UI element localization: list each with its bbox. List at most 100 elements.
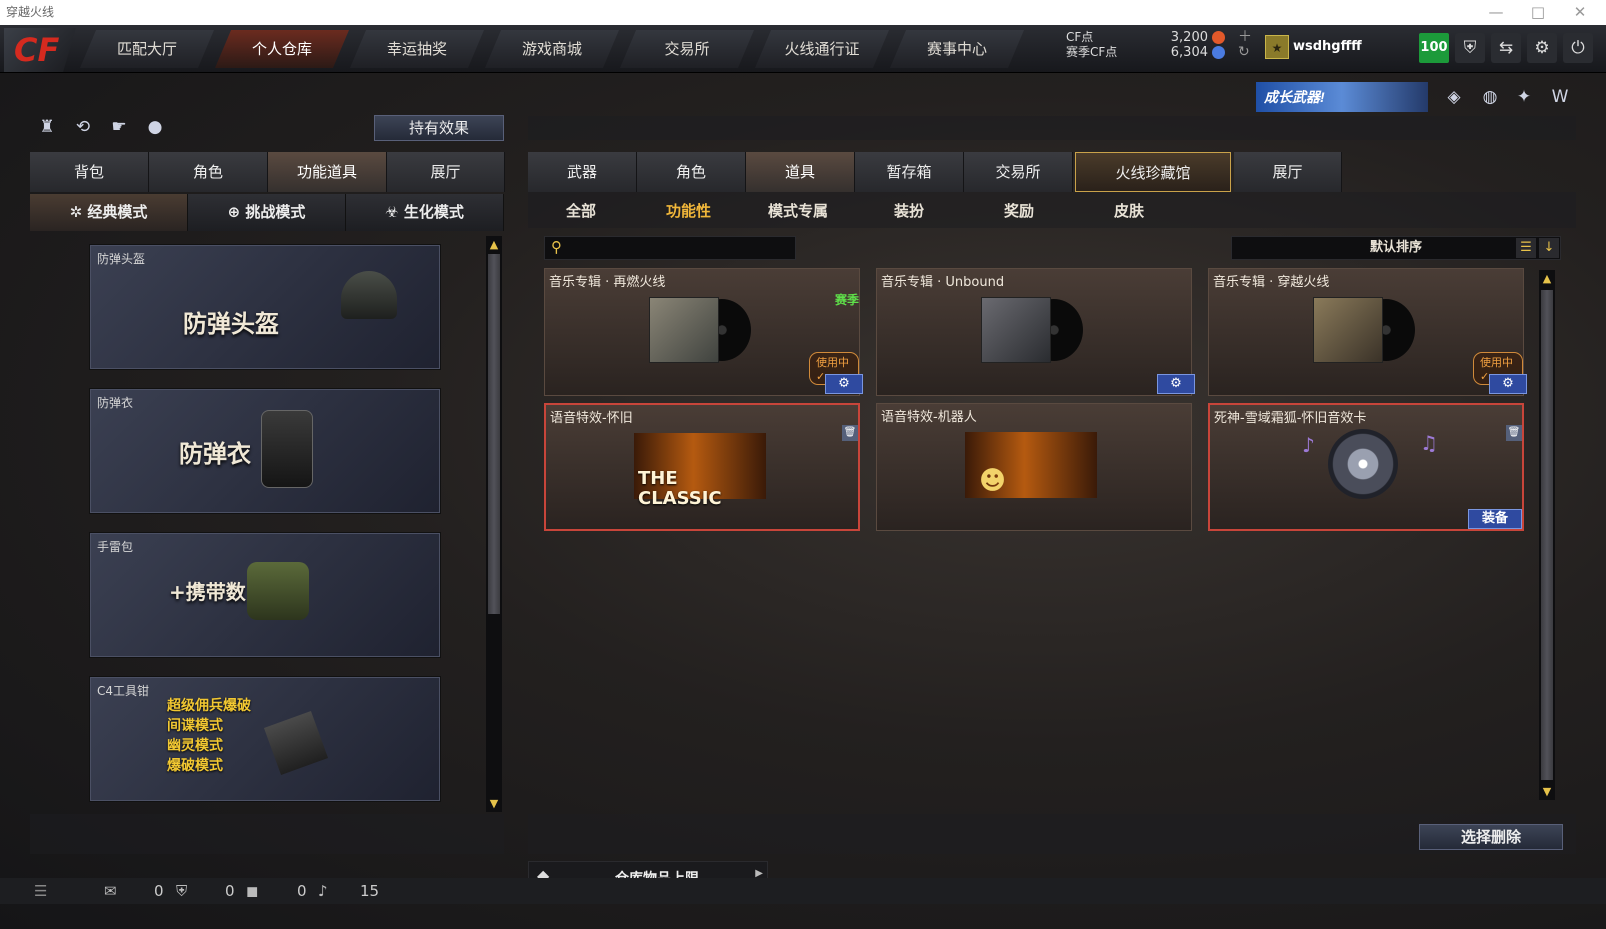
recharge-plus-icon[interactable]: ＋ — [1238, 30, 1252, 45]
search-input[interactable] — [573, 239, 791, 257]
speaker-icon[interactable]: ♪ — [318, 878, 328, 904]
nav-tab-warehouse[interactable]: 个人仓库 — [215, 30, 349, 68]
robot-icon: ☻ — [979, 466, 1007, 496]
badge-v-icon[interactable]: ◈ — [1441, 84, 1467, 110]
mode-classic[interactable]: ✲ 经典模式 — [30, 194, 188, 231]
switch-icon[interactable]: ⇆ — [1491, 33, 1521, 63]
item-card-c4-pliers[interactable]: C4工具钳 超级佣兵爆破 间谍模式 幽灵模式 爆破模式 — [90, 677, 440, 801]
refresh-icon[interactable]: ↻ — [1238, 45, 1252, 60]
tab-function-items[interactable]: 功能道具 — [268, 152, 387, 192]
filter-all[interactable]: 全部 — [566, 200, 596, 221]
select-delete-button[interactable]: 选择删除 — [1419, 824, 1563, 850]
cd-disc-image — [1328, 429, 1398, 499]
item-title: 死神-雪域霜狐-怀旧音效卡 — [1214, 411, 1367, 426]
user-info[interactable]: ★ wsdhgffff — [1265, 33, 1362, 61]
list-view-icon[interactable]: ☰ — [1516, 238, 1536, 258]
zombie-mode-icon: ☣ — [385, 203, 404, 221]
settings-gear-icon[interactable]: ⚙ — [1489, 374, 1527, 394]
nav-tab-shop[interactable]: 游戏商城 — [485, 30, 619, 68]
filter-skin[interactable]: 皮肤 — [1114, 200, 1144, 221]
currency-labels: CF点 赛季CF点 — [1066, 30, 1117, 60]
settings-gear-icon[interactable]: ⚙ — [1157, 374, 1195, 394]
tab-showroom[interactable]: 展厅 — [387, 152, 505, 192]
item-title: 音乐专辑 · 再燃火线 — [549, 275, 666, 290]
nav-tab-trade[interactable]: 交易所 — [620, 30, 754, 68]
item-card-album-reignite[interactable]: 音乐专辑 · 再燃火线 赛季 使用中✓ ⚙ — [544, 268, 863, 396]
growth-weapon-banner[interactable]: 成长武器! — [1256, 82, 1428, 112]
cf-points-value: 3,200 — [1170, 30, 1208, 45]
album-cover-image — [649, 297, 719, 363]
globe-icon[interactable]: ◍ — [1477, 84, 1503, 110]
sort-direction-icon[interactable]: ↓ — [1539, 238, 1559, 258]
search-icon: ⚲ — [551, 238, 562, 256]
gift-icon[interactable]: ✉ — [104, 878, 117, 904]
item-card-voice-classic[interactable]: 语音特效-怀旧 THE CLASSIC 🗑 — [544, 403, 860, 531]
shield-status-icon[interactable]: ⛨ — [176, 878, 187, 904]
hand-icon[interactable]: ☛ — [106, 114, 132, 140]
item-card-grenade-bag[interactable]: 手雷包 +携带数 — [90, 533, 440, 657]
scroll-down-icon[interactable]: ▼ — [486, 797, 502, 810]
card-title: 防弹衣 — [179, 440, 251, 468]
settings-gear-icon[interactable]: ⚙ — [825, 374, 863, 394]
item-card-sound-card[interactable]: 死神-雪域霜狐-怀旧音效卡 ♪ ♫ 🗑 装备 — [1208, 403, 1524, 531]
wings-icon[interactable]: ✦ — [1511, 84, 1537, 110]
helmet-image — [341, 271, 397, 319]
mode-challenge-label: 挑战模式 — [245, 203, 306, 221]
scroll-down-icon[interactable]: ▼ — [1539, 785, 1555, 798]
rtab-showroom[interactable]: 展厅 — [1234, 152, 1342, 192]
scroll-up-icon[interactable]: ▲ — [486, 238, 502, 251]
filter-functional[interactable]: 功能性 — [666, 200, 711, 221]
vip-w-icon[interactable]: W — [1547, 84, 1573, 110]
search-box[interactable]: ⚲ — [544, 236, 796, 260]
item-card-album-unbound[interactable]: 音乐专辑 · Unbound ⚙ — [876, 268, 1195, 396]
shield-icon[interactable]: ⛨ — [1455, 33, 1485, 63]
left-footer — [30, 814, 504, 854]
nav-tab-lobby[interactable]: 匹配大厅 — [80, 30, 214, 68]
filter-outfit[interactable]: 装扮 — [894, 200, 924, 221]
rtab-items[interactable]: 道具 — [746, 152, 855, 192]
scroll-thumb[interactable] — [1541, 290, 1553, 780]
window-titlebar: 穿越火线 — [0, 0, 1606, 25]
trash-icon[interactable]: 🗑 — [1506, 425, 1522, 441]
nav-tab-events[interactable]: 赛事中心 — [890, 30, 1024, 68]
music-note-icon: ♫ — [1420, 431, 1438, 455]
rtab-storage[interactable]: 暂存箱 — [855, 152, 964, 192]
chat-icon[interactable]: ◼ — [246, 878, 258, 904]
tab-character[interactable]: 角色 — [149, 152, 268, 192]
maximize-button[interactable]: □ — [1517, 0, 1559, 25]
mode-challenge[interactable]: ⊕ 挑战模式 — [188, 194, 346, 231]
filter-mode-exclusive[interactable]: 模式专属 — [768, 200, 828, 221]
settings-gear-icon[interactable]: ⚙ — [1527, 33, 1557, 63]
nav-tab-pass[interactable]: 火线通行证 — [755, 30, 889, 68]
item-card-album-crossfire[interactable]: 音乐专辑 · 穿越火线 使用中✓ ⚙ — [1208, 268, 1527, 396]
tab-backpack[interactable]: 背包 — [30, 152, 149, 192]
left-scrollbar[interactable]: ▲ ▼ — [486, 236, 502, 812]
sort-dropdown[interactable]: 默认排序 — [1231, 236, 1561, 260]
minimize-button[interactable]: — — [1475, 0, 1517, 25]
grenade-icon[interactable]: ● — [142, 114, 168, 140]
item-card-helmet[interactable]: 防弹头盔 防弹头盔 — [90, 245, 440, 369]
rtab-collection[interactable]: 火线珍藏馆 — [1075, 152, 1231, 192]
rtab-character[interactable]: 角色 — [637, 152, 746, 192]
rtab-weapons[interactable]: 武器 — [528, 152, 637, 192]
status-count: 0 — [225, 882, 235, 900]
item-card-vest[interactable]: 防弹衣 防弹衣 — [90, 389, 440, 513]
close-button[interactable]: ✕ — [1559, 0, 1601, 25]
trash-icon[interactable]: 🗑 — [842, 425, 858, 441]
scroll-thumb[interactable] — [488, 254, 500, 614]
ranking-icon[interactable]: ♜ — [34, 114, 60, 140]
scroll-up-icon[interactable]: ▲ — [1539, 272, 1555, 285]
history-icon[interactable]: ⟲ — [70, 114, 96, 140]
menu-list-icon[interactable]: ☰ — [34, 878, 47, 904]
right-scrollbar[interactable]: ▲ ▼ — [1539, 270, 1555, 800]
mode-zombie[interactable]: ☣ 生化模式 — [346, 194, 504, 231]
power-icon[interactable]: ⏻ — [1563, 33, 1593, 63]
filter-reward[interactable]: 奖励 — [1004, 200, 1034, 221]
equip-button[interactable]: 装备 — [1468, 509, 1522, 529]
cf-coin-icon — [1212, 31, 1225, 44]
effects-button[interactable]: 持有效果 — [374, 115, 504, 141]
rtab-trade[interactable]: 交易所 — [964, 152, 1073, 192]
item-card-voice-robot[interactable]: 语音特效-机器人 ☻ — [876, 403, 1192, 531]
nav-tab-lottery[interactable]: 幸运抽奖 — [350, 30, 484, 68]
level-badge: 100 — [1419, 33, 1449, 63]
